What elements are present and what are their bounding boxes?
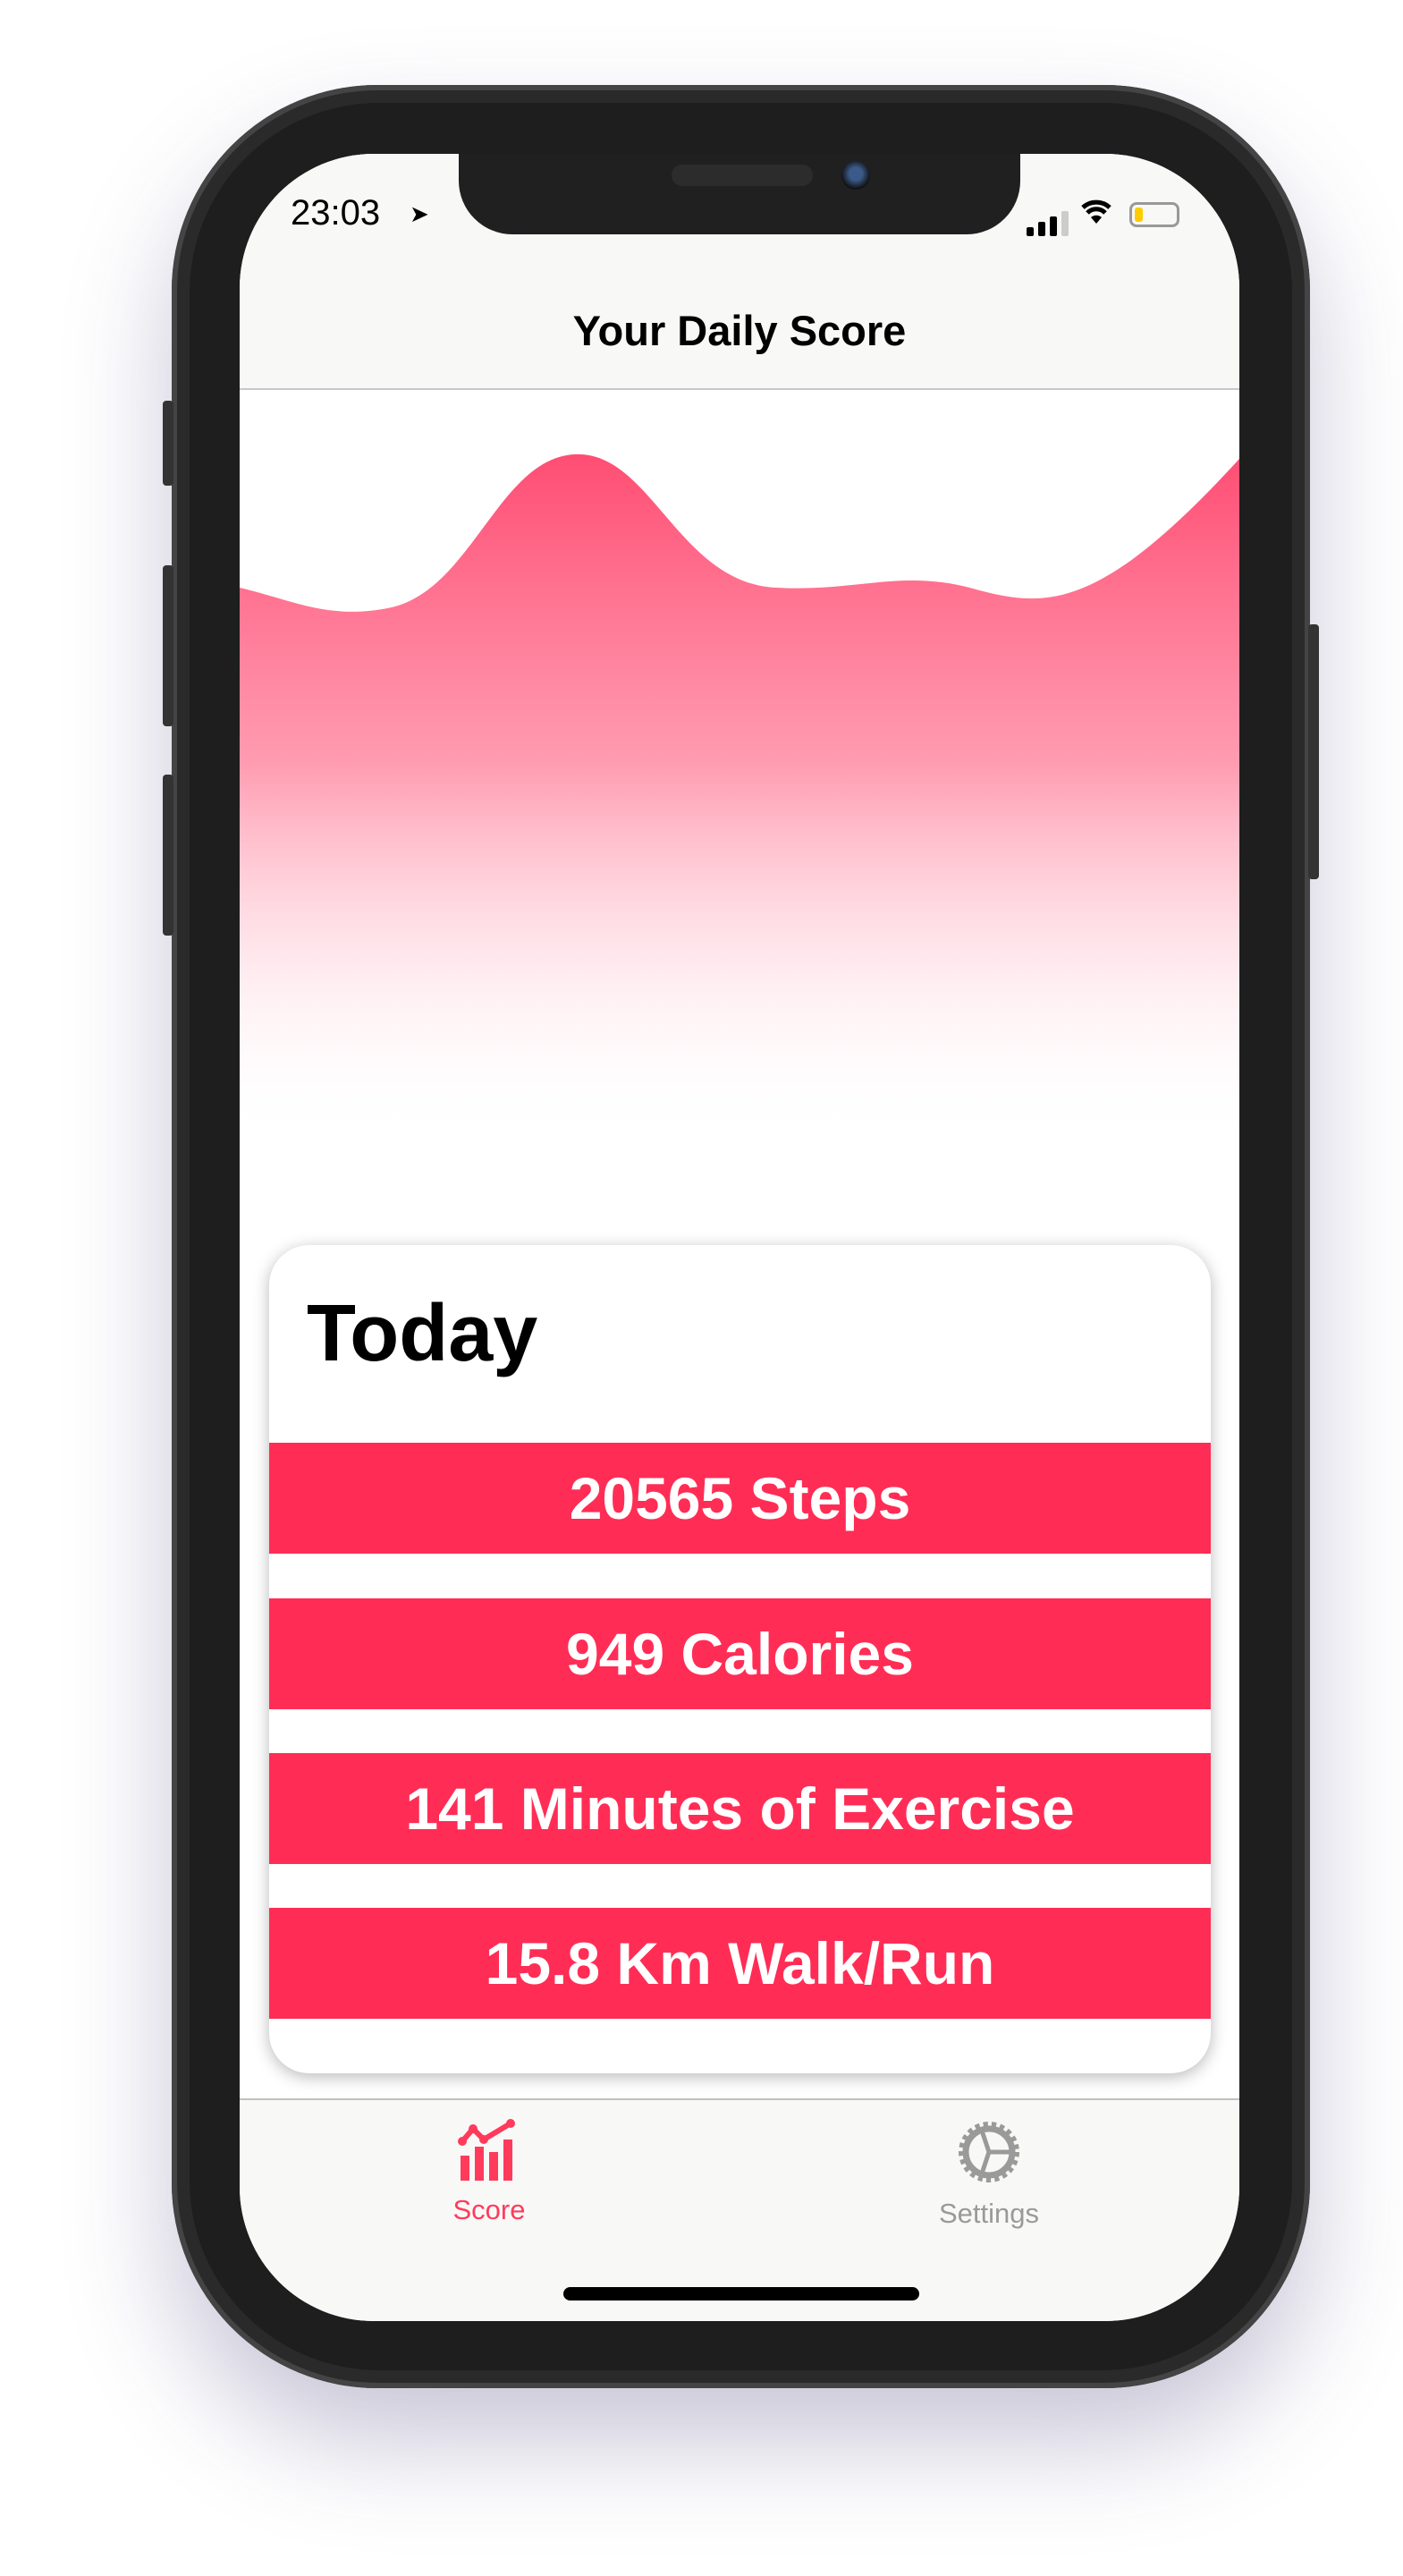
power-button bbox=[1308, 624, 1319, 879]
silent-switch bbox=[163, 401, 173, 486]
battery-low-icon bbox=[1129, 202, 1179, 227]
cellular-signal-icon bbox=[1027, 211, 1069, 236]
page-title: Your Daily Score bbox=[572, 307, 907, 354]
score-wave-chart bbox=[240, 453, 1239, 1141]
speaker bbox=[672, 165, 813, 186]
exercise-row[interactable]: 141 Minutes of Exercise bbox=[269, 1753, 1211, 1864]
card-title: Today bbox=[307, 1289, 538, 1378]
chart-icon bbox=[458, 2119, 515, 2181]
steps-row[interactable]: 20565 Steps bbox=[269, 1443, 1211, 1554]
tab-score[interactable]: Score bbox=[382, 2118, 596, 2226]
volume-down-button bbox=[163, 775, 173, 936]
screen: Your Daily Score 23:03 ➤ Today 20565 Ste… bbox=[240, 154, 1239, 2321]
notch bbox=[459, 154, 1020, 234]
gear-icon bbox=[959, 2122, 1019, 2182]
tab-settings[interactable]: Settings bbox=[882, 2118, 1096, 2230]
tab-score-label: Score bbox=[452, 2194, 526, 2225]
wifi-icon bbox=[1078, 195, 1114, 233]
location-arrow-icon: ➤ bbox=[410, 200, 429, 227]
wave-area bbox=[240, 453, 1239, 1141]
volume-up-button bbox=[163, 565, 173, 726]
status-time: 23:03 bbox=[291, 193, 381, 233]
camera bbox=[841, 161, 870, 190]
tab-settings-label: Settings bbox=[938, 2198, 1039, 2229]
home-indicator[interactable] bbox=[563, 2287, 919, 2301]
today-card: Today 20565 Steps 949 Calories 141 Minut… bbox=[269, 1245, 1211, 2073]
calories-row[interactable]: 949 Calories bbox=[269, 1598, 1211, 1709]
distance-row[interactable]: 15.8 Km Walk/Run bbox=[269, 1908, 1211, 2019]
